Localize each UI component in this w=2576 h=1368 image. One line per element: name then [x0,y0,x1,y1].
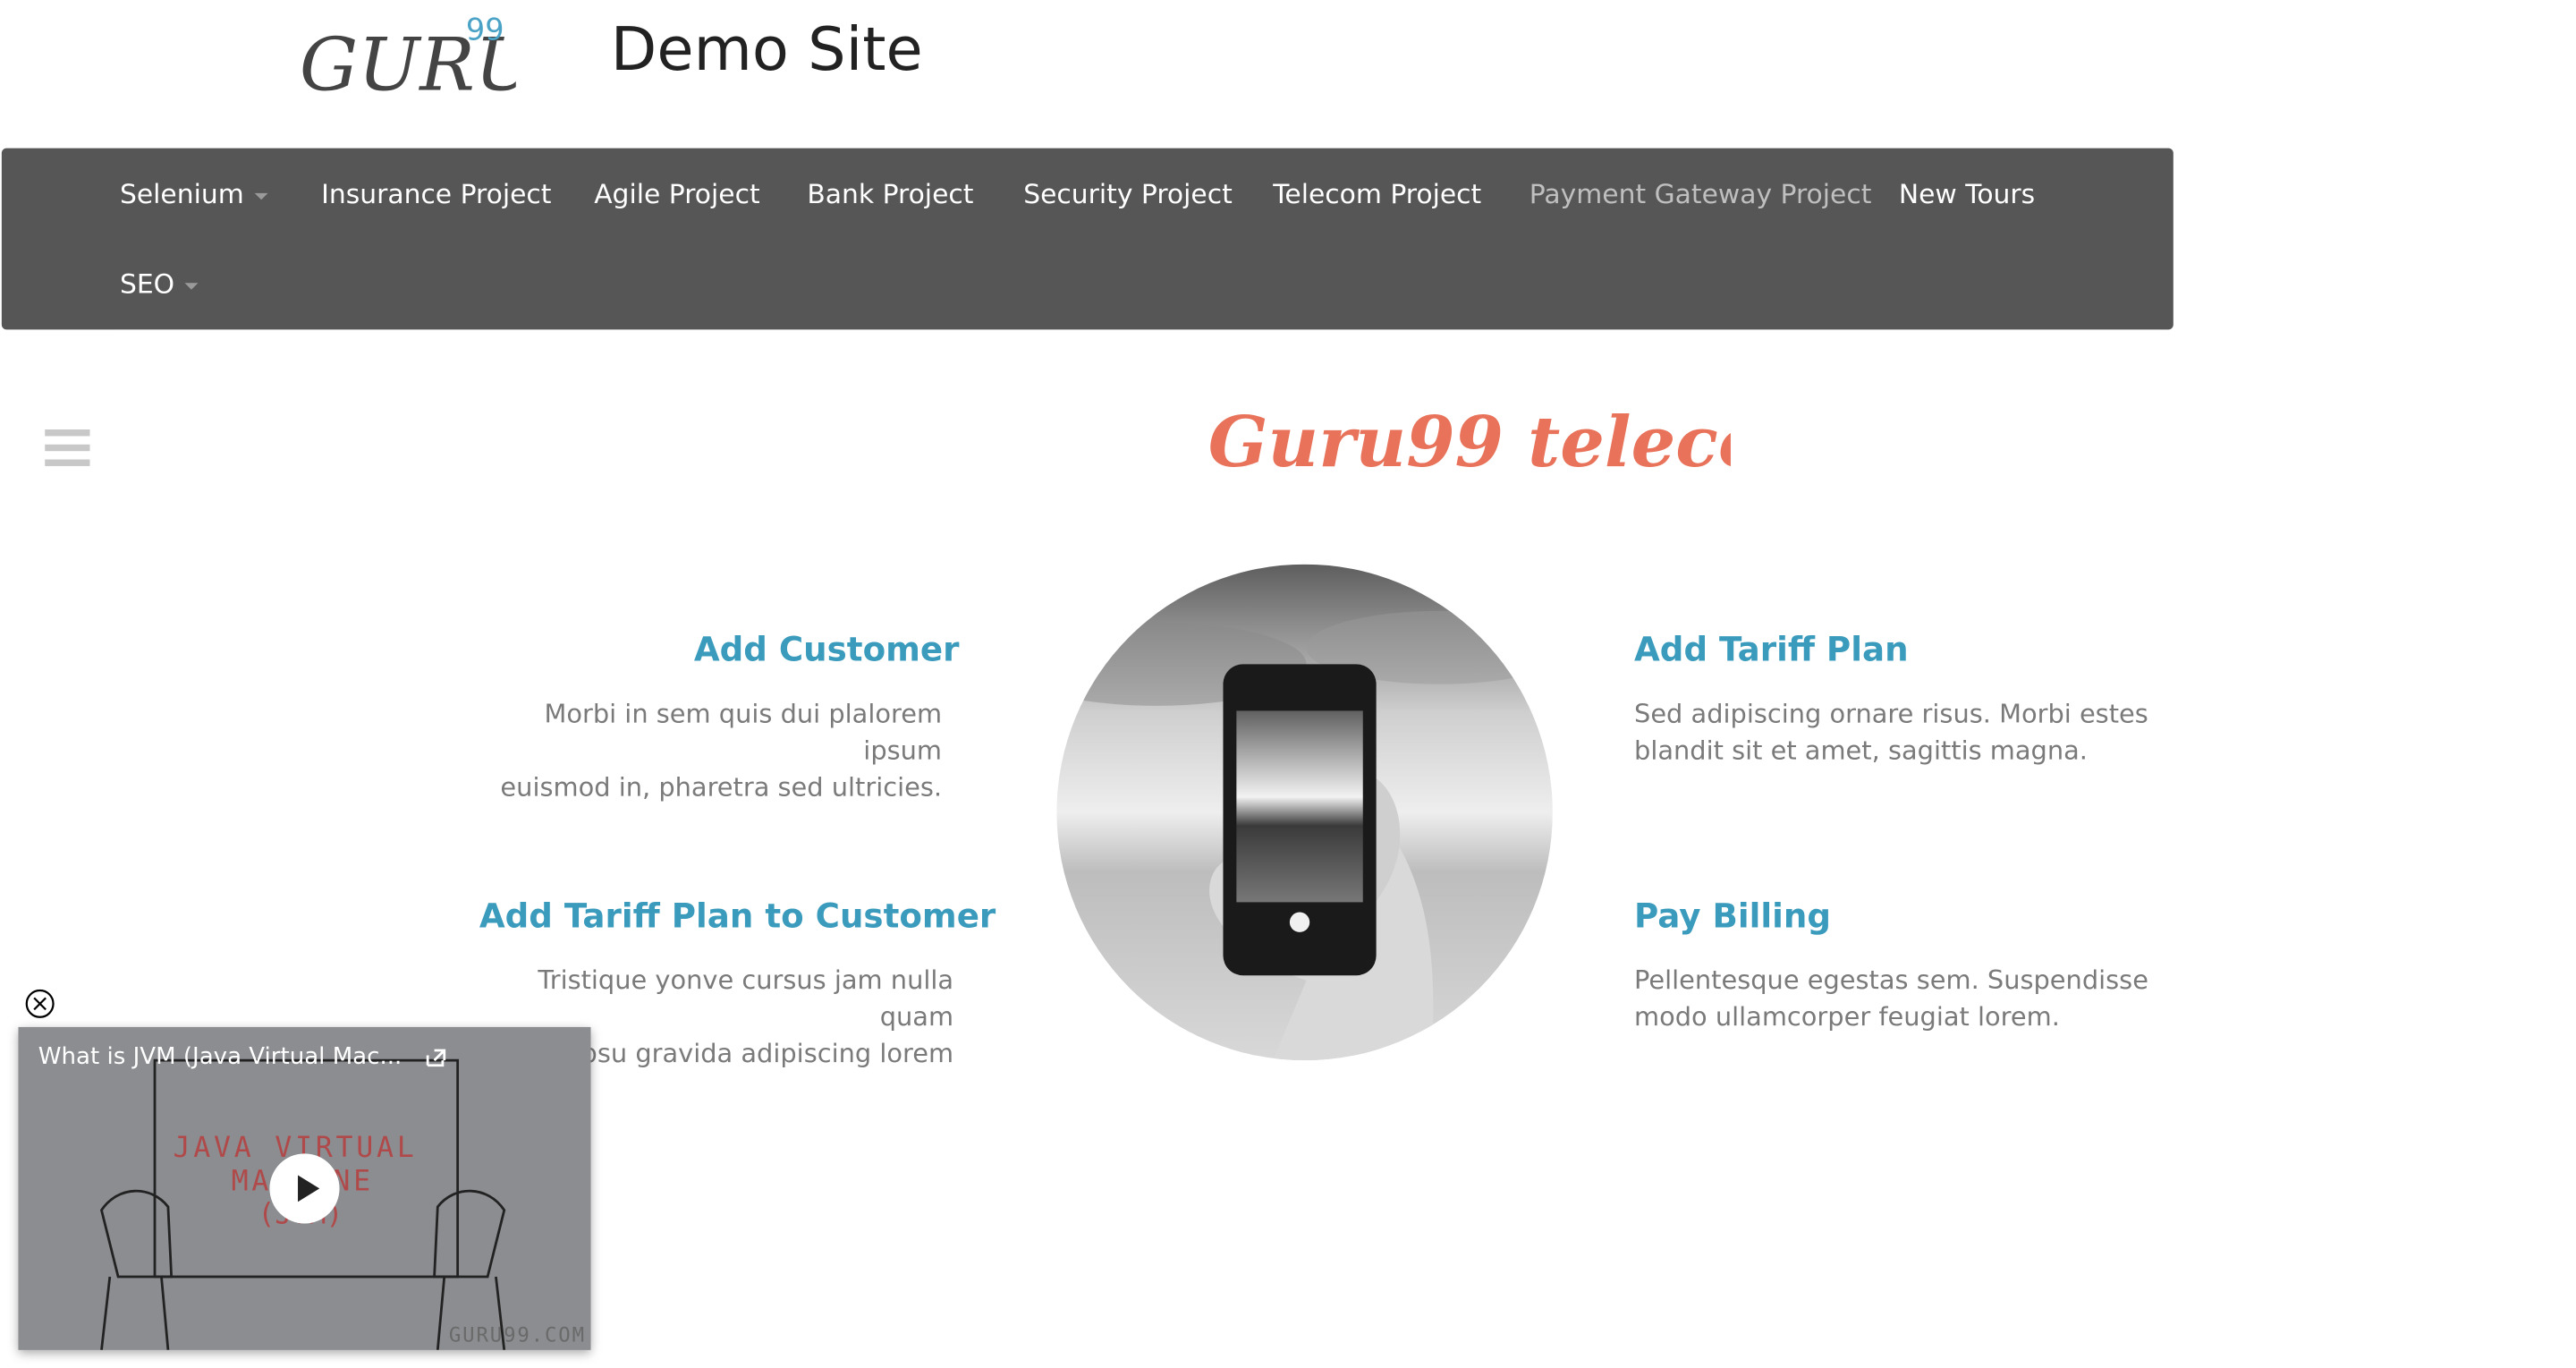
add-tariff-plan-description: Sed adipiscing ornare risus. Morbi estes… [1634,696,2150,769]
description-line: Morbi in sem quis dui plalorem ipsum [544,699,943,766]
nav-item-telecom-project[interactable]: Telecom Project [1273,178,1481,209]
nav-item-payment-gateway-project[interactable]: Payment Gateway Project [1530,178,1872,209]
add-tariff-plan-link[interactable]: Add Tariff Plan [1634,629,1909,669]
nav-item-insurance-project[interactable]: Insurance Project [321,178,551,209]
close-icon[interactable] [25,989,55,1018]
nav-label: Selenium [119,178,244,210]
brand-title: Guru99 telecom [1208,402,1731,483]
nav-label: SEO [119,268,175,300]
logo-superscript: 99 [466,13,504,47]
add-customer-description: Morbi in sem quis dui plalorem ipsum eui… [466,696,942,806]
add-customer-link[interactable]: Add Customer [694,629,960,669]
hamburger-menu-icon[interactable] [45,429,90,466]
nav-item-new-tours[interactable]: New Tours [1899,178,2035,209]
video-watermark: GURU99.COM [448,1323,586,1347]
video-title[interactable]: What is JVM (Java Virtual Mac... [38,1044,413,1071]
main-navbar: Selenium Insurance Project Agile Project… [1,148,2174,330]
dropdown-caret-icon [253,191,267,200]
description-line: Tristique yonve cursus jam nulla quam [538,965,954,1032]
dropdown-caret-icon [184,282,199,289]
nav-item-seo[interactable]: SEO [119,268,199,300]
pay-billing-link[interactable]: Pay Billing [1634,896,1831,936]
description-line: Pellentesque egestas sem. Suspendisse [1634,965,2148,996]
description-line: blandit sit et amet, sagittis magna. [1634,735,2088,766]
share-icon[interactable] [423,1044,450,1071]
pay-billing-description: Pellentesque egestas sem. Suspendisse mo… [1634,962,2150,1035]
site-title: Demo Site [610,16,923,85]
brand-title-text: Guru99 telecom [1208,402,1731,483]
phone-photo [1056,564,1553,1061]
guru99-logo[interactable]: GURU 99 [300,6,516,106]
nav-item-security-project[interactable]: Security Project [1023,178,1233,209]
nav-item-bank-project[interactable]: Bank Project [807,178,973,209]
description-line: Sed adipiscing ornare risus. Morbi estes [1634,699,2148,729]
play-icon[interactable] [269,1153,340,1224]
nav-item-selenium[interactable]: Selenium [120,178,267,209]
description-line: euismod in, pharetra sed ultricies. [500,772,943,803]
add-tariff-plan-to-customer-link[interactable]: Add Tariff Plan to Customer [479,896,996,936]
description-line: modo ullamcorper feugiat lorem. [1634,1002,2060,1032]
nav-item-agile-project[interactable]: Agile Project [594,178,759,209]
video-player[interactable]: JAVA VIRTUAL MACHINE (JVM) What is JVM (… [18,1026,591,1350]
